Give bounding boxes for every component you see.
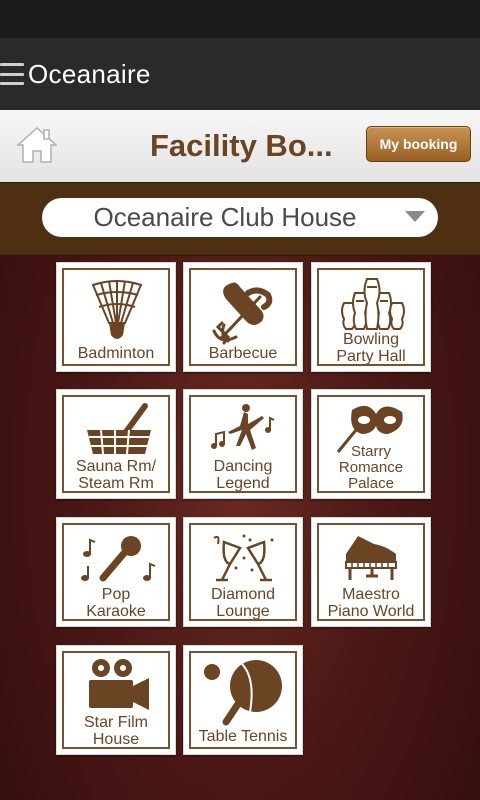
dropdown-value: Oceanaire Club House xyxy=(93,202,357,232)
facility-label: Starry Romance Palace xyxy=(338,443,404,492)
facility-tile-film[interactable]: Star Film House xyxy=(56,645,176,755)
chevron-down-icon xyxy=(405,211,425,222)
facility-label: Badminton xyxy=(77,345,155,362)
facility-tile-karaoke[interactable]: Pop Karaoke xyxy=(56,517,176,627)
facility-label: Bowling Party Hall xyxy=(336,331,406,365)
home-icon[interactable] xyxy=(17,126,57,164)
facility-label: Pop Karaoke xyxy=(86,586,146,620)
my-booking-button[interactable]: My booking xyxy=(366,126,471,162)
facility-label: Sauna Rm/ Steam Rm xyxy=(75,458,157,492)
facility-tile-table-tennis[interactable]: Table Tennis xyxy=(183,645,303,755)
facility-tile-piano[interactable]: Maestro Piano World xyxy=(311,517,431,627)
menu-icon[interactable] xyxy=(0,63,24,85)
facility-label: Star Film House xyxy=(84,714,148,748)
facility-tile-badminton[interactable]: Badminton xyxy=(56,262,176,372)
page-title: Facility Bo... xyxy=(150,128,333,163)
facility-label: Dancing Legend xyxy=(213,458,273,492)
facility-tile-diamond[interactable]: Diamond Lounge xyxy=(183,517,303,627)
clubhouse-dropdown[interactable]: Oceanaire Club House xyxy=(42,198,438,237)
facility-tile-barbecue[interactable]: Barbecue xyxy=(183,262,303,372)
facility-tile-bowling[interactable]: Bowling Party Hall xyxy=(311,262,431,372)
facility-label: Table Tennis xyxy=(198,728,288,745)
app-title: Oceanaire xyxy=(28,58,151,89)
facility-label: Barbecue xyxy=(208,345,278,362)
facility-tile-sauna[interactable]: Sauna Rm/ Steam Rm xyxy=(56,389,176,499)
facility-label: Maestro Piano World xyxy=(327,586,415,620)
facility-label: Diamond Lounge xyxy=(210,586,276,620)
status-bar xyxy=(0,0,480,38)
facility-tile-romance[interactable]: Starry Romance Palace xyxy=(311,389,431,499)
app-bar: Oceanaire xyxy=(0,38,480,111)
facility-tile-dancing[interactable]: Dancing Legend xyxy=(183,389,303,499)
